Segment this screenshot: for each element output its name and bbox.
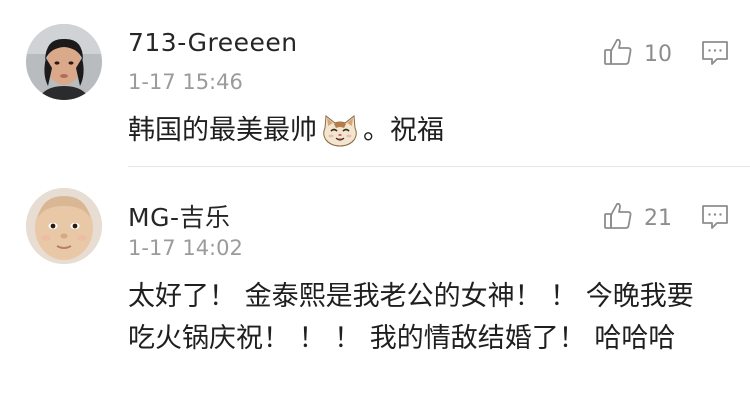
like-count: 10 [644,41,672,67]
username[interactable]: MG-吉乐 [128,198,230,234]
cat-face-emoji-icon [321,114,359,148]
timestamp: 1-17 15:46 [128,70,243,94]
comment-text: 韩国的最美最帅 。祝福 [128,110,718,152]
avatar[interactable] [26,24,102,100]
like-button[interactable]: 10 [602,36,672,72]
divider [128,166,750,167]
reply-button[interactable] [700,38,730,68]
like-button[interactable]: 21 [602,200,672,236]
reply-button[interactable] [700,202,730,232]
like-count: 21 [644,205,672,231]
comment-text: 太好了！ 金泰熙是我老公的女神！ ！ 今晚我要吃火锅庆祝！ ！ ！ 我的情敌结婚… [128,281,694,354]
comment-item: 713-Greeeen 1-17 15:46 10 韩国的最美最帅 。祝福 [0,0,750,166]
username[interactable]: 713-Greeeen [128,28,298,57]
comment-bubble-icon [700,41,730,72]
comment-item: MG-吉乐 1-17 14:02 21 太好了！ 金泰熙是我老公的女神！ ！ 今… [0,168,750,410]
thumbs-up-icon [602,200,634,236]
comment-bubble-icon [700,205,730,236]
comment-text-part: 。祝福 [363,115,444,146]
comment-text-part: 韩国的最美最帅 [128,115,317,146]
avatar[interactable] [26,188,102,264]
thumbs-up-icon [602,36,634,72]
timestamp: 1-17 14:02 [128,236,243,260]
